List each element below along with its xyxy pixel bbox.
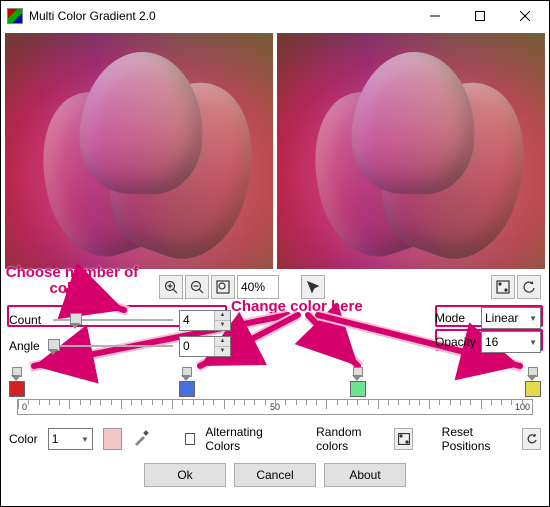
window-title: Multi Color Gradient 2.0	[29, 9, 412, 23]
cancel-button[interactable]: Cancel	[234, 463, 316, 487]
toggle-preview-button[interactable]	[491, 275, 515, 299]
reset-button[interactable]	[517, 275, 541, 299]
alternating-colors-label: Alternating Colors	[205, 425, 286, 453]
zoom-level-field[interactable]: 40%	[237, 275, 279, 299]
pointer-tool-button[interactable]	[301, 275, 325, 299]
color-swatch[interactable]	[103, 428, 122, 450]
color-label: Color	[9, 432, 38, 446]
maximize-button[interactable]	[457, 2, 502, 30]
zoom-out-button[interactable]	[185, 275, 209, 299]
gradient-stop-handle[interactable]	[182, 367, 192, 381]
count-spinner[interactable]: 4 ▲▼	[179, 310, 231, 331]
gradient-ruler: 0 50 100	[17, 399, 533, 415]
preview-left	[5, 33, 273, 269]
reset-positions-label: Reset Positions	[442, 425, 512, 453]
angle-slider[interactable]	[53, 336, 173, 356]
gradient-stop-swatch[interactable]	[525, 381, 541, 397]
preview-right	[277, 33, 545, 269]
random-colors-label: Random colors	[316, 425, 384, 453]
chevron-down-icon: ▼	[529, 314, 537, 323]
gradient-stop-swatch[interactable]	[350, 381, 366, 397]
zoom-fit-button[interactable]	[211, 275, 235, 299]
alternating-colors-checkbox[interactable]	[185, 433, 195, 445]
mode-label: Mode	[435, 311, 475, 325]
gradient-stop-swatch[interactable]	[9, 381, 25, 397]
count-label: Count	[9, 313, 47, 327]
angle-spinner[interactable]: 0 ▲▼	[179, 336, 231, 357]
mode-dropdown[interactable]: Linear▼	[481, 307, 541, 329]
eyedropper-icon[interactable]	[132, 429, 150, 450]
reset-positions-button[interactable]	[522, 428, 541, 450]
ok-button[interactable]: Ok	[144, 463, 226, 487]
zoom-in-button[interactable]	[159, 275, 183, 299]
opacity-label: Opacity	[435, 335, 475, 349]
gradient-stop-handle[interactable]	[12, 367, 22, 381]
opacity-dropdown[interactable]: 16▼	[481, 331, 541, 353]
gradient-stops[interactable]: 0 50 100	[9, 367, 541, 403]
spin-down-icon: ▼	[214, 321, 230, 330]
chevron-down-icon: ▼	[529, 338, 537, 347]
gradient-stop-handle[interactable]	[353, 367, 363, 381]
color-index-dropdown[interactable]: 1▼	[48, 428, 93, 450]
close-button[interactable]	[502, 2, 547, 30]
gradient-stop-handle[interactable]	[528, 367, 538, 381]
spin-up-icon: ▲	[214, 311, 230, 321]
count-slider[interactable]	[53, 310, 173, 330]
gradient-stop-swatch[interactable]	[179, 381, 195, 397]
minimize-button[interactable]	[412, 2, 457, 30]
random-colors-button[interactable]	[394, 428, 413, 450]
angle-label: Angle	[9, 339, 47, 353]
about-button[interactable]: About	[324, 463, 406, 487]
app-icon	[7, 8, 23, 24]
